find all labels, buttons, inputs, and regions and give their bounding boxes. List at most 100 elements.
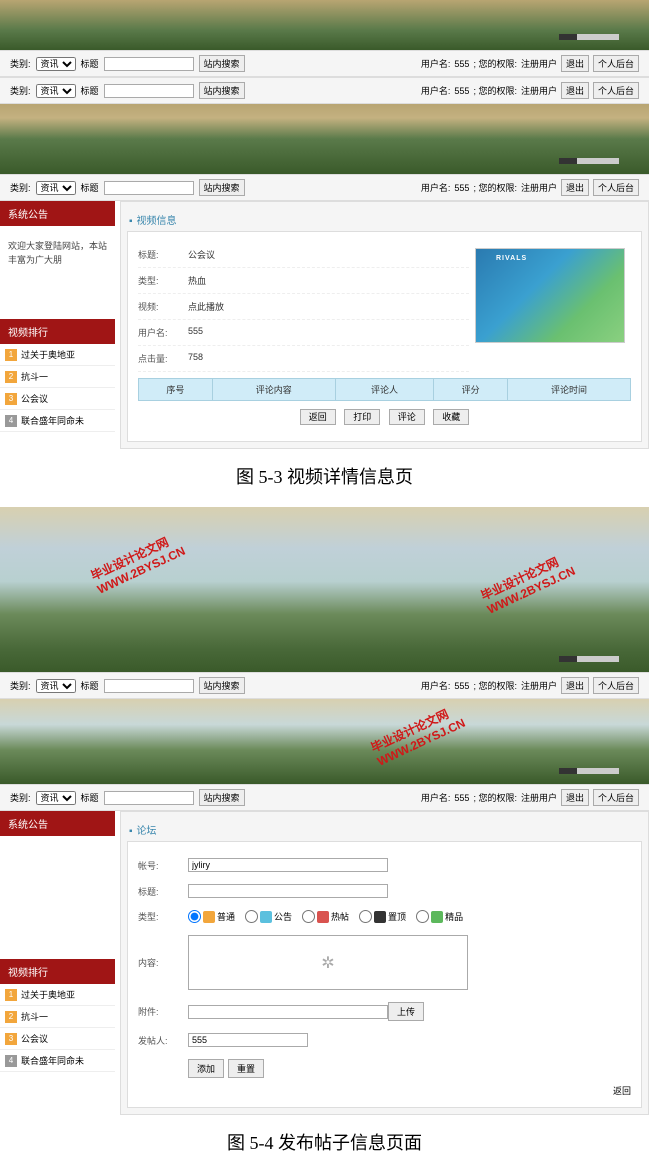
logout-button[interactable]: 退出 (561, 789, 589, 806)
label-account: 帐号: (138, 859, 188, 872)
main-panel-detail: ▪视频信息 标题:公会议 类型:热血 视频:点此播放 用户名:555 点击量:7… (120, 201, 649, 449)
list-item[interactable]: 2抗斗一 (0, 366, 115, 388)
banner-1 (0, 104, 649, 174)
radio-option[interactable]: 公告 (245, 910, 292, 923)
poster-input[interactable] (188, 1033, 308, 1047)
announce-body: 欢迎大家登陆网站，本站丰富为广大朋 (0, 229, 115, 319)
watermark: 毕业设计论文网WWW.2BYSJ.CN (478, 548, 578, 616)
radio-option[interactable]: 精品 (416, 910, 463, 923)
category-icon (317, 911, 329, 923)
back-link[interactable]: 返回 (613, 1086, 631, 1096)
label-click: 点击量: (138, 352, 188, 365)
comment-button[interactable]: 评论 (389, 409, 425, 425)
category-icon (203, 911, 215, 923)
panel-title: 论坛 (137, 826, 157, 837)
sidebar: 系统公告 视频排行 1过关于奥地亚 2抗斗一 3公会议 4联合盛年同命未 (0, 811, 120, 1115)
category-select[interactable]: 资讯 (36, 791, 76, 805)
logout-button[interactable]: 退出 (561, 179, 589, 196)
caption-5-4: 图 5-4 发布帖子信息页面 (0, 1115, 649, 1173)
col-content: 评论内容 (212, 379, 335, 401)
list-item[interactable]: 3公会议 (0, 388, 115, 410)
tag-label: 标题 (81, 57, 99, 70)
logout-button[interactable]: 退出 (561, 82, 589, 99)
content-editor[interactable]: ✲ (188, 935, 468, 990)
category-label: 类别: (10, 57, 31, 70)
personal-button[interactable]: 个人后台 (593, 82, 639, 99)
col-person: 评论人 (335, 379, 433, 401)
video-thumbnail[interactable] (475, 248, 625, 343)
account-input[interactable] (188, 858, 388, 872)
search-input[interactable] (104, 791, 194, 805)
list-item[interactable]: 1过关于奥地亚 (0, 984, 115, 1006)
search-bar-top1: 类别: 资讯 标题 站内搜索 用户名: 555 ; 您的权限: 注册用户 退出 … (0, 50, 649, 77)
search-button[interactable]: 站内搜索 (199, 179, 245, 196)
play-link[interactable]: 点此播放 (188, 300, 224, 313)
search-bar-top2: 类别: 资讯 标题 站内搜索 用户名: 555 ; 您的权限: 注册用户 退出 … (0, 77, 649, 104)
upload-button[interactable]: 上传 (388, 1002, 424, 1021)
search-button[interactable]: 站内搜索 (199, 677, 245, 694)
list-item[interactable]: 1过关于奥地亚 (0, 344, 115, 366)
comment-table: 序号 评论内容 评论人 评分 评论时间 (138, 378, 631, 401)
print-button[interactable]: 打印 (344, 409, 380, 425)
panel-title: 视频信息 (137, 216, 177, 227)
search-button[interactable]: 站内搜索 (199, 789, 245, 806)
username: 555 (454, 59, 469, 69)
radio-option[interactable]: 普通 (188, 910, 235, 923)
panel-icon: ▪ (129, 826, 133, 837)
col-time: 评论时间 (507, 379, 630, 401)
search-input[interactable] (104, 181, 194, 195)
search-input[interactable] (104, 57, 194, 71)
category-icon (431, 911, 443, 923)
search-bar-main2: 类别: 资讯 标题 站内搜索 用户名: 555 ; 您的权限: 注册用户 退出 … (0, 784, 649, 811)
search-button[interactable]: 站内搜索 (199, 82, 245, 99)
search-input[interactable] (104, 679, 194, 693)
role-prefix: ; 您的权限: (473, 57, 517, 70)
label-video: 视频: (138, 300, 188, 313)
radio-option[interactable]: 置顶 (359, 910, 406, 923)
radio-option[interactable]: 热帖 (302, 910, 349, 923)
figure-5-3-section: 类别: 资讯 标题 站内搜索 用户名: 555 ; 您的权限: 注册用户 退出 … (0, 0, 649, 507)
category-select[interactable]: 资讯 (36, 181, 76, 195)
label-attach: 附件: (138, 1005, 188, 1018)
label-user: 用户名: (138, 326, 188, 339)
watermark: 毕业设计论文网WWW.2BYSJ.CN (368, 700, 468, 768)
category-select[interactable]: 资讯 (36, 57, 76, 71)
loading-icon: ✲ (321, 953, 334, 973)
add-button[interactable]: 添加 (188, 1059, 224, 1078)
search-input[interactable] (104, 84, 194, 98)
sidebar: 系统公告 欢迎大家登陆网站，本站丰富为广大朋 视频排行 1过关于奥地亚 2抗斗一… (0, 201, 120, 449)
list-item[interactable]: 4联合盛年同命未 (0, 410, 115, 432)
reset-button[interactable]: 重置 (228, 1059, 264, 1078)
search-bar-main1: 类别: 资讯 标题 站内搜索 用户名: 555 ; 您的权限: 注册用户 退出 … (0, 174, 649, 201)
category-select[interactable]: 资讯 (36, 679, 76, 693)
personal-button[interactable]: 个人后台 (593, 789, 639, 806)
search-bar-mid: 类别: 资讯 标题 站内搜索 用户名: 555 ; 您的权限: 注册用户 退出 … (0, 672, 649, 699)
banner-2a: 毕业设计论文网WWW.2BYSJ.CN 毕业设计论文网WWW.2BYSJ.CN (0, 507, 649, 672)
personal-button[interactable]: 个人后台 (593, 179, 639, 196)
label-title: 标题: (138, 248, 188, 261)
label-poster: 发帖人: (138, 1034, 188, 1047)
category-select[interactable]: 资讯 (36, 84, 76, 98)
banner-2b: 毕业设计论文网WWW.2BYSJ.CN (0, 699, 649, 784)
figure-5-4-section: 毕业设计论文网WWW.2BYSJ.CN 毕业设计论文网WWW.2BYSJ.CN … (0, 507, 649, 1173)
back-button[interactable]: 返回 (300, 409, 336, 425)
list-item[interactable]: 2抗斗一 (0, 1006, 115, 1028)
personal-button[interactable]: 个人后台 (593, 55, 639, 72)
logout-button[interactable]: 退出 (561, 677, 589, 694)
personal-button[interactable]: 个人后台 (593, 677, 639, 694)
favorite-button[interactable]: 收藏 (433, 409, 469, 425)
label-cat: 类型: (138, 910, 188, 923)
caption-5-3: 图 5-3 视频详情信息页 (0, 449, 649, 507)
list-item[interactable]: 3公会议 (0, 1028, 115, 1050)
watermark: 毕业设计论文网WWW.2BYSJ.CN (88, 528, 188, 596)
banner-strip-1 (0, 0, 649, 50)
label-title: 标题: (138, 885, 188, 898)
label-cat: 类型: (138, 274, 188, 287)
search-button[interactable]: 站内搜索 (199, 55, 245, 72)
list-item[interactable]: 4联合盛年同命未 (0, 1050, 115, 1072)
attach-input[interactable] (188, 1005, 388, 1019)
logout-button[interactable]: 退出 (561, 55, 589, 72)
announce-header: 系统公告 (0, 201, 115, 226)
title-input[interactable] (188, 884, 388, 898)
rank-header: 视频排行 (0, 959, 115, 984)
